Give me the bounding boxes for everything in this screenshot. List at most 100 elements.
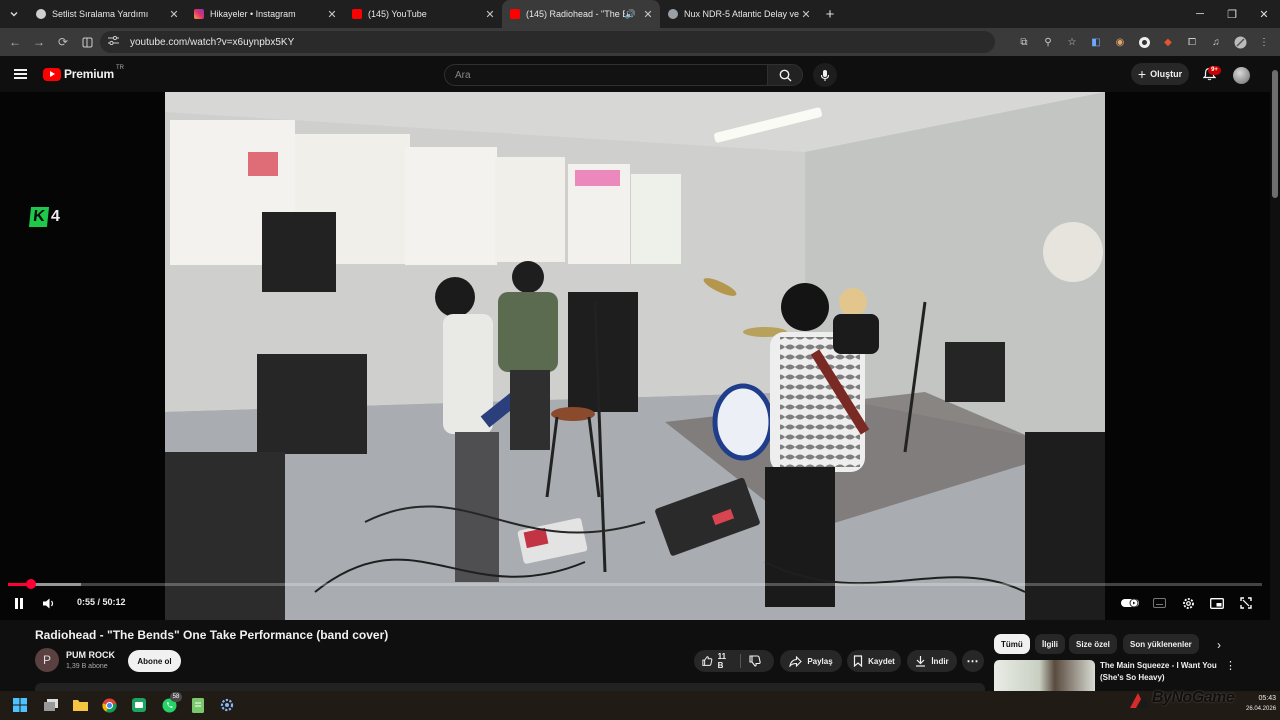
zoom-icon[interactable]: ⚲	[1036, 32, 1060, 52]
cast-icon[interactable]: ⧉	[1012, 32, 1036, 52]
thumbs-down-icon	[749, 655, 761, 667]
side-panel-icon[interactable]	[75, 30, 99, 54]
channel-avatar[interactable]: P	[35, 648, 59, 672]
search-button[interactable]	[767, 64, 803, 86]
miniplayer-button[interactable]	[1208, 594, 1226, 612]
kebab-menu-icon[interactable]: ⋮	[1252, 32, 1276, 52]
create-label: Oluştur	[1150, 69, 1183, 79]
notes-app-icon[interactable]	[188, 695, 208, 715]
reload-icon[interactable]: ⟳	[51, 30, 75, 54]
description-box[interactable]	[35, 683, 985, 691]
close-tab-icon[interactable]: ✕	[168, 8, 180, 21]
browser-tab[interactable]: Nux NDR-5 Atlantic Delay ve Re ✕	[660, 0, 818, 28]
chip-for-you[interactable]: Size özel	[1069, 634, 1117, 654]
scrubber-handle[interactable]	[25, 579, 36, 589]
more-actions-button[interactable]: ⋯	[962, 650, 984, 672]
save-label: Kaydet	[868, 656, 895, 666]
youtube-premium-logo[interactable]: Premium TR	[43, 65, 124, 81]
minimize-icon[interactable]: ─	[1184, 0, 1216, 28]
site-info-icon[interactable]	[108, 35, 122, 48]
browser-tab[interactable]: (145) YouTube ✕	[344, 0, 502, 28]
settings-app-icon[interactable]	[217, 695, 237, 715]
puzzle-icon[interactable]: ⧠	[1180, 32, 1204, 52]
back-arrow-icon[interactable]: ←	[3, 30, 27, 54]
page-scrollbar-thumb[interactable]	[1272, 70, 1278, 198]
browser-tab[interactable]: Hikayeler • Instagram ✕	[186, 0, 344, 28]
extension-icon[interactable]: ◆	[1156, 32, 1180, 52]
forward-arrow-icon[interactable]: →	[27, 30, 51, 54]
autoplay-toggle[interactable]	[1120, 595, 1140, 611]
taskbar-clock[interactable]: 05:43 26.04.2026	[1246, 694, 1276, 714]
create-button[interactable]: + Oluştur	[1131, 63, 1189, 85]
close-window-icon[interactable]: ✕	[1248, 0, 1280, 28]
new-tab-button[interactable]: +	[818, 6, 842, 23]
windows-start-icon[interactable]	[10, 695, 30, 715]
more-vertical-icon[interactable]: ⋮	[1225, 659, 1236, 672]
tab-search-button[interactable]	[0, 0, 28, 28]
channel-watermark-logo: K 4	[28, 206, 70, 228]
download-label: İndir	[931, 656, 949, 666]
speaker-icon[interactable]: 🔊	[625, 9, 636, 20]
subscriber-count: 1,39 B abone	[66, 663, 108, 670]
whatsapp-badge: 58	[170, 692, 182, 702]
tab-title: (145) YouTube	[368, 9, 427, 19]
settings-button[interactable]	[1179, 594, 1197, 612]
address-bar[interactable]: youtube.com/watch?v=x6uynpbx5KY	[100, 31, 995, 53]
youtube-masthead: Premium TR Ara + Oluştur	[0, 56, 1280, 92]
account-avatar[interactable]	[1233, 67, 1250, 84]
chrome-icon[interactable]	[99, 695, 119, 715]
close-tab-icon[interactable]: ✕	[326, 8, 338, 21]
dislike-button[interactable]	[741, 650, 774, 672]
app-green-icon[interactable]	[129, 695, 149, 715]
bookmark-star-icon[interactable]: ☆	[1060, 32, 1084, 52]
subscribe-button[interactable]: Abone ol	[128, 650, 181, 672]
voice-search-button[interactable]	[813, 63, 837, 87]
tab-title: (145) Radiohead - "The Bends"	[526, 9, 625, 19]
download-button[interactable]: İndir	[907, 650, 957, 672]
tab-title: Nux NDR-5 Atlantic Delay ve Re	[684, 9, 800, 19]
video-frame[interactable]	[165, 92, 1105, 620]
profile-avatar-icon[interactable]	[1228, 32, 1252, 52]
chip-all[interactable]: Tümü	[994, 634, 1030, 654]
close-tab-icon[interactable]: ✕	[800, 8, 812, 21]
extension-toolbar: ⧉ ⚲ ☆ ◧ ◉ ◆ ⧠ ♫ ⋮	[1012, 32, 1276, 52]
save-button[interactable]: Kaydet	[847, 650, 901, 672]
task-view-icon[interactable]	[41, 695, 61, 715]
clock-date: 26.04.2026	[1246, 706, 1277, 712]
share-button[interactable]: Paylaş	[780, 650, 842, 672]
time-display: 0:55 / 50:12	[77, 597, 126, 607]
video-player[interactable]: K 4 0:55 / 50:12	[0, 92, 1270, 620]
file-explorer-icon[interactable]	[70, 695, 90, 715]
pause-icon	[15, 597, 23, 609]
channel-name[interactable]: PUM ROCK	[66, 650, 115, 660]
bynogame-logo-icon	[1130, 693, 1150, 708]
bynogame-watermark: ByNoGame	[1152, 689, 1235, 706]
tab-favicon-icon	[36, 9, 46, 19]
volume-button[interactable]	[40, 594, 58, 612]
extension-icon[interactable]	[1132, 32, 1156, 52]
browser-tab[interactable]: Setlist Sıralama Yardımı ✕	[28, 0, 186, 28]
search-input[interactable]: Ara	[444, 64, 767, 86]
bookmark-icon	[854, 655, 863, 667]
browser-toolbar: ← → ⟳ youtube.com/watch?v=x6uynpbx5KY ⧉ …	[0, 28, 1280, 56]
close-tab-icon[interactable]: ✕	[642, 8, 654, 21]
close-tab-icon[interactable]: ✕	[484, 8, 496, 21]
recommendation-title[interactable]: The Main Squeeze - I Want You (She's So …	[1100, 660, 1220, 684]
pause-button[interactable]	[10, 594, 28, 612]
restore-icon[interactable]: ❐	[1216, 0, 1248, 28]
like-button[interactable]: 11 B	[694, 650, 740, 672]
chip-related[interactable]: İlgili	[1035, 634, 1065, 654]
recommendation-thumbnail[interactable]	[994, 660, 1095, 691]
instagram-icon	[194, 9, 204, 19]
chip-recently-uploaded[interactable]: Son yüklenenler	[1123, 634, 1199, 654]
hamburger-menu-icon[interactable]	[14, 69, 27, 79]
fullscreen-button[interactable]	[1237, 594, 1255, 612]
subtitles-button[interactable]	[1150, 595, 1168, 611]
chevron-right-icon[interactable]: ›	[1212, 638, 1226, 652]
video-scene-image	[165, 92, 1105, 620]
media-control-icon[interactable]: ♫	[1204, 32, 1228, 52]
translate-icon[interactable]: ◧	[1084, 32, 1108, 52]
extension-icon[interactable]: ◉	[1108, 32, 1132, 52]
progress-bar[interactable]	[8, 579, 1262, 589]
browser-tab-active[interactable]: (145) Radiohead - "The Bends" 🔊 ✕	[502, 0, 660, 28]
